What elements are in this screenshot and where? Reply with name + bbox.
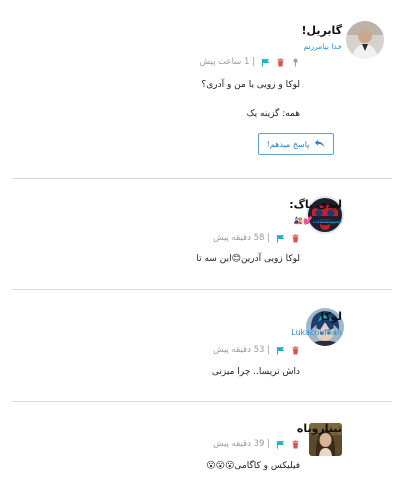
trash-icon[interactable] [291, 234, 300, 243]
comment-text: فیلیکس و کاگامی😮😮😮 [206, 461, 300, 471]
comment-item: لیدی باگ: سییتتتتتت💕🎎 | 58 دقیقه پیش لوک… [0, 179, 400, 289]
trash-icon[interactable] [291, 440, 300, 449]
avatar[interactable] [346, 21, 384, 59]
comment-item: لوکا Lukacouffian | 53 دقیقه پیش داش تری… [0, 290, 400, 401]
reply-button[interactable]: پاسخ میدهم! [258, 133, 334, 155]
comment-author-subtitle: سییتتتتتت💕🎎 [293, 216, 342, 225]
comment-author[interactable]: لوکا [320, 310, 342, 323]
comment-text: لوکا و زویی یا من و آدری؟ [201, 80, 300, 90]
comment-item: گابریل! خدا بیامرزتم | 1 ساعت پیش لوکا و… [0, 0, 400, 178]
comment-author[interactable]: تینارویاه [297, 422, 342, 435]
comment-meta: | 53 دقیقه پیش [213, 345, 300, 355]
trash-icon[interactable] [291, 346, 300, 355]
flag-icon[interactable] [261, 58, 270, 67]
comment-author[interactable]: لیدی باگ: [289, 198, 342, 211]
comment-author-subtitle: خدا بیامرزتم [303, 42, 342, 51]
pin-icon[interactable] [291, 58, 300, 67]
comment-time: | 39 دقیقه پیش [213, 439, 270, 449]
comment-text: همه: گزینه یک [246, 109, 300, 119]
comment-meta: | 58 دقیقه پیش [213, 233, 300, 243]
comment-text: لوکا زویی آدرین😊این سه تا [196, 254, 300, 264]
reply-label: پاسخ میدهم! [266, 139, 310, 149]
flag-icon[interactable] [276, 346, 285, 355]
flag-icon[interactable] [276, 234, 285, 243]
comment-time: | 58 دقیقه پیش [213, 233, 270, 243]
comment-author[interactable]: گابریل! [302, 24, 342, 37]
comment-meta: | 1 ساعت پیش [200, 57, 300, 67]
comment-text: داش تریسا.. چرا میزنی [211, 367, 300, 377]
trash-icon[interactable] [276, 58, 285, 67]
comment-item: تینارویاه | 39 دقیقه پیش فیلیکس و کاگامی… [0, 402, 400, 487]
flag-icon[interactable] [276, 440, 285, 449]
comment-meta: | 39 دقیقه پیش [213, 439, 300, 449]
comment-author-subtitle: Lukacouffian [291, 328, 342, 337]
comment-time: | 1 ساعت پیش [199, 57, 255, 67]
reply-icon [314, 139, 325, 150]
comment-time: | 53 دقیقه پیش [213, 345, 270, 355]
